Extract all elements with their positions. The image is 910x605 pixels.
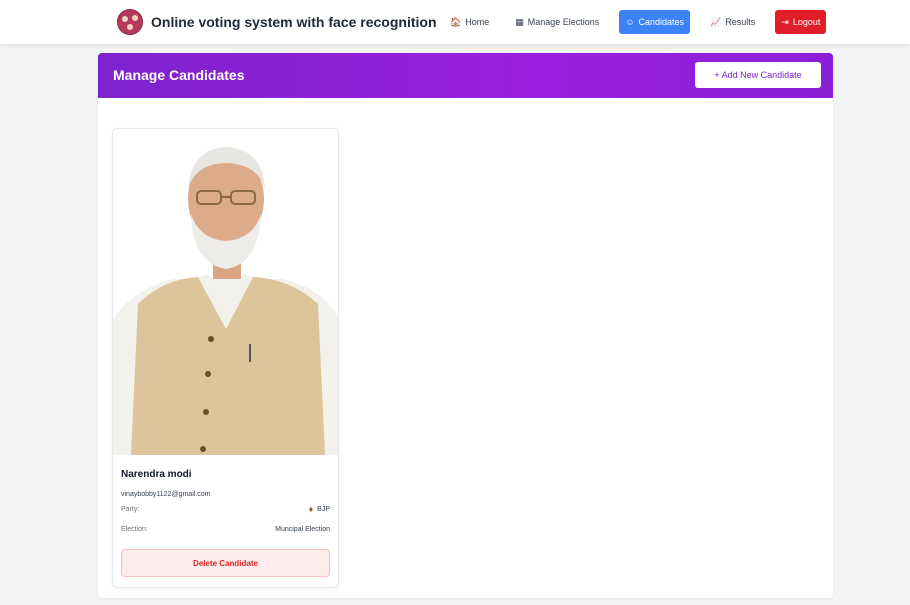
add-candidate-button[interactable]: + Add New Candidate (695, 62, 821, 88)
calendar-icon: ▦ (515, 16, 524, 27)
party-value: BJP (317, 505, 330, 513)
nav-manage-elections[interactable]: ▦ Manage Elections (509, 10, 605, 34)
party-symbol-icon: ♦ (308, 504, 314, 514)
logout-icon: ⇥ (781, 16, 789, 27)
nav-home-label: Home (465, 17, 490, 27)
candidate-name: Narendra modi (121, 469, 192, 480)
nav-home[interactable]: 🏠 Home (444, 10, 495, 34)
navbar: Online voting system with face recogniti… (0, 0, 910, 44)
brand-title: Online voting system with face recogniti… (151, 14, 437, 30)
party-value-wrap: ♦ BJP (309, 504, 330, 514)
brand[interactable]: Online voting system with face recogniti… (117, 9, 437, 35)
nav-results[interactable]: 📈 Results (704, 10, 761, 34)
panel-header: Manage Candidates + Add New Candidate (98, 53, 833, 98)
nav-candidates-label: Candidates (638, 17, 685, 27)
chart-icon: 📈 (710, 16, 722, 27)
manage-candidates-panel: Manage Candidates + Add New Candidate Na… (98, 53, 833, 598)
logout-label: Logout (792, 17, 821, 27)
brand-logo-icon (117, 9, 143, 35)
home-icon: 🏠 (450, 16, 462, 27)
candidate-photo (113, 129, 338, 455)
candidate-portrait-icon (113, 129, 338, 455)
candidate-card: Narendra modi vinaybobby1122@gmail.com P… (112, 128, 339, 588)
logout-button[interactable]: ⇥ Logout (775, 10, 827, 34)
election-value: Muncipal Election (275, 526, 330, 533)
candidate-email: vinaybobby1122@gmail.com (121, 491, 211, 498)
delete-candidate-button[interactable]: Delete Candidate (121, 549, 330, 577)
election-label: Election: (121, 526, 148, 533)
nav-manage-elections-label: Manage Elections (527, 17, 600, 27)
party-row: Party: ♦ BJP (121, 504, 330, 514)
page-title: Manage Candidates (113, 67, 245, 83)
party-label: Party: (121, 505, 140, 513)
nav-links: 🏠 Home ▦ Manage Elections ☺ Candidates 📈… (444, 10, 827, 34)
election-row: Election: Muncipal Election (121, 526, 330, 533)
nav-candidates[interactable]: ☺ Candidates (619, 10, 691, 34)
nav-results-label: Results (725, 17, 756, 27)
users-icon: ☺ (625, 17, 635, 27)
